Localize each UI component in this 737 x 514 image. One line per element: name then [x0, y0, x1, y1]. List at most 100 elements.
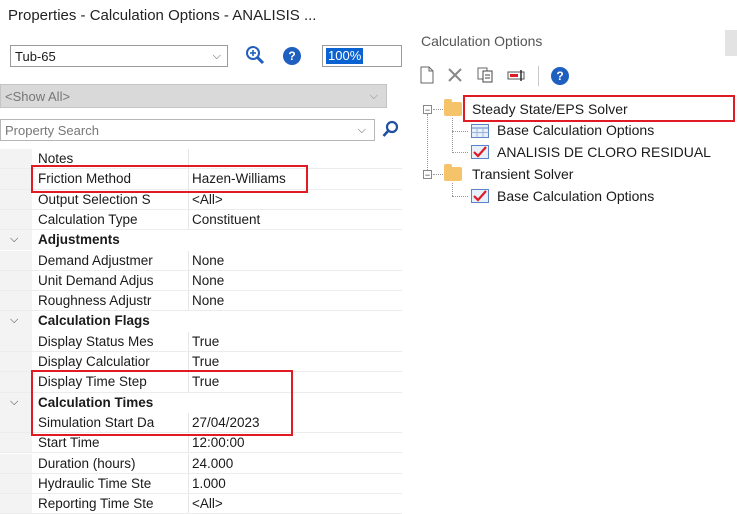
search-icon[interactable]	[382, 120, 400, 140]
tree-item-transient-solver[interactable]: Transient Solver	[472, 166, 573, 182]
calculation-options-title: Calculation Options	[421, 33, 543, 49]
duplicate-icon[interactable]	[476, 66, 494, 84]
property-row[interactable]: Hydraulic Time Ste 1.000	[0, 473, 402, 495]
property-row[interactable]: Calculation Type Constituent	[0, 209, 402, 231]
category-row[interactable]: ⌵ Adjustments	[0, 230, 402, 251]
property-name: Hydraulic Time Ste	[38, 475, 152, 491]
property-search-input[interactable]: Property Search ⌵	[0, 119, 375, 141]
column-divider	[188, 331, 189, 351]
rename-icon[interactable]	[507, 66, 525, 84]
property-value[interactable]: True	[192, 354, 397, 369]
chevron-down-icon: ⌵	[212, 50, 221, 62]
tree-connector	[452, 118, 453, 153]
element-select[interactable]: Tub-65 ⌵	[10, 45, 228, 67]
row-gutter	[0, 149, 32, 169]
highlight-friction-method	[31, 165, 308, 193]
delete-icon[interactable]	[446, 66, 464, 84]
folder-icon	[444, 164, 462, 181]
property-name: Reporting Time Ste	[38, 496, 154, 512]
property-value[interactable]: 24.000	[192, 456, 397, 471]
tree-item-base-calculation-2[interactable]: Base Calculation Options	[497, 188, 654, 204]
help-icon[interactable]: ?	[283, 47, 301, 65]
property-value[interactable]: None	[192, 273, 397, 288]
column-divider	[188, 250, 189, 270]
property-row[interactable]: Display Status Mes True	[0, 331, 402, 352]
property-row[interactable]: Duration (hours) 24.000	[0, 453, 402, 474]
tree-connector	[452, 183, 453, 196]
row-gutter	[0, 250, 32, 270]
zoom-field[interactable]: 100%	[322, 45, 402, 67]
zoom-in-icon[interactable]	[245, 45, 265, 65]
row-gutter	[0, 352, 32, 372]
chevron-down-icon[interactable]: ⌵	[10, 396, 18, 409]
row-gutter	[0, 209, 32, 230]
zoom-value: 100%	[326, 48, 364, 64]
column-divider	[188, 352, 189, 372]
property-name: Display Status Mes	[38, 333, 154, 349]
property-row[interactable]: Roughness Adjustr None	[0, 291, 402, 312]
properties-title: Properties - Calculation Options - ANALI…	[8, 7, 317, 24]
chevron-down-icon[interactable]: ⌵	[10, 314, 18, 327]
tree-connector	[452, 131, 468, 132]
filter-select[interactable]: <Show All> ⌵	[0, 84, 387, 108]
row-gutter	[0, 291, 32, 311]
tree-connector	[427, 114, 428, 170]
column-divider	[188, 209, 189, 230]
column-divider	[188, 291, 189, 311]
property-value[interactable]: 12:00:00	[192, 435, 397, 450]
property-name: Calculation Type	[38, 211, 138, 227]
property-name: Notes	[38, 151, 74, 166]
tree-item-analisis-cloro[interactable]: ANALISIS DE CLORO RESIDUAL	[497, 144, 711, 160]
row-gutter	[0, 473, 32, 494]
active-calculation-icon	[471, 145, 489, 159]
active-calculation-icon	[471, 189, 489, 203]
property-value[interactable]: 1.000	[192, 476, 397, 491]
property-row[interactable]: Start Time 12:00:00	[0, 433, 402, 454]
row-gutter	[0, 433, 32, 453]
property-row[interactable]: Reporting Time Ste <All>	[0, 494, 402, 514]
property-value[interactable]: True	[192, 334, 397, 349]
search-placeholder: Property Search	[5, 123, 99, 138]
property-name: Start Time	[38, 435, 100, 451]
element-select-value: Tub-65	[15, 49, 56, 64]
new-icon[interactable]	[418, 66, 436, 84]
property-name: Unit Demand Adjus	[38, 272, 154, 288]
help-icon[interactable]: ?	[551, 67, 569, 85]
column-divider	[188, 473, 189, 494]
property-name: Duration (hours)	[38, 455, 136, 471]
row-gutter	[0, 189, 32, 209]
panel-scroll-handle[interactable]	[725, 30, 737, 56]
tree-connector	[433, 174, 443, 175]
property-value[interactable]: None	[192, 293, 397, 308]
filter-select-value: <Show All>	[5, 89, 71, 104]
category-row[interactable]: ⌵ Calculation Flags	[0, 311, 402, 332]
column-divider	[188, 433, 189, 453]
highlight-time-settings	[31, 370, 293, 436]
row-gutter	[0, 169, 32, 189]
collapse-icon[interactable]: −	[423, 170, 432, 180]
row-gutter	[0, 412, 32, 433]
category-label: Calculation Flags	[38, 313, 150, 329]
tree-connector	[452, 152, 468, 153]
tree-connector	[452, 196, 468, 197]
row-gutter	[0, 270, 32, 291]
row-gutter	[0, 331, 32, 351]
category-label: Adjustments	[38, 232, 120, 248]
chevron-down-icon: ⌵	[369, 90, 378, 102]
chevron-down-icon[interactable]: ⌵	[10, 233, 18, 246]
highlight-steady-state	[463, 95, 735, 122]
toolbar-separator	[538, 66, 539, 86]
tree-item-base-calculation-1[interactable]: Base Calculation Options	[497, 122, 654, 138]
chevron-down-icon[interactable]: ⌵	[358, 124, 366, 137]
property-name: Demand Adjustmer	[38, 252, 153, 268]
property-value[interactable]: <All>	[192, 192, 397, 207]
column-divider	[188, 270, 189, 291]
property-value[interactable]: <All>	[192, 496, 397, 511]
property-row[interactable]: Unit Demand Adjus None	[0, 270, 402, 292]
calculation-options-icon	[471, 124, 489, 138]
property-value[interactable]: Constituent	[192, 212, 397, 227]
collapse-icon[interactable]: −	[423, 105, 432, 115]
property-row[interactable]: Demand Adjustmer None	[0, 250, 402, 271]
property-value[interactable]: None	[192, 253, 397, 268]
row-gutter	[0, 494, 32, 514]
